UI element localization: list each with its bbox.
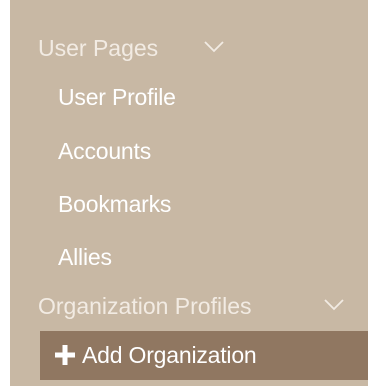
section-header-organization-profiles[interactable]: Organization Profiles [10,284,368,328]
section-header-user-pages[interactable]: User Pages [10,26,368,70]
sidebar-item-label: Allies [58,243,112,270]
add-organization-button[interactable]: Add Organization [40,331,368,380]
sidebar-item-label: Accounts [58,137,152,164]
sidebar: User Pages User Profile Accounts Bookmar… [10,0,368,386]
chevron-down-icon[interactable] [204,40,224,54]
sidebar-item-user-profile[interactable]: User Profile [10,75,368,119]
add-organization-label: Add Organization [82,342,257,368]
section-label-user-pages: User Pages [38,34,159,61]
plus-icon [55,345,75,365]
sidebar-item-accounts[interactable]: Accounts [10,129,368,173]
sidebar-item-label: User Profile [58,83,176,110]
sidebar-item-label: Bookmarks [58,190,172,217]
sidebar-item-allies[interactable]: Allies [10,235,368,279]
section-label-organization-profiles: Organization Profiles [38,292,252,319]
sidebar-item-bookmarks[interactable]: Bookmarks [10,182,368,226]
chevron-down-icon[interactable] [324,298,344,312]
